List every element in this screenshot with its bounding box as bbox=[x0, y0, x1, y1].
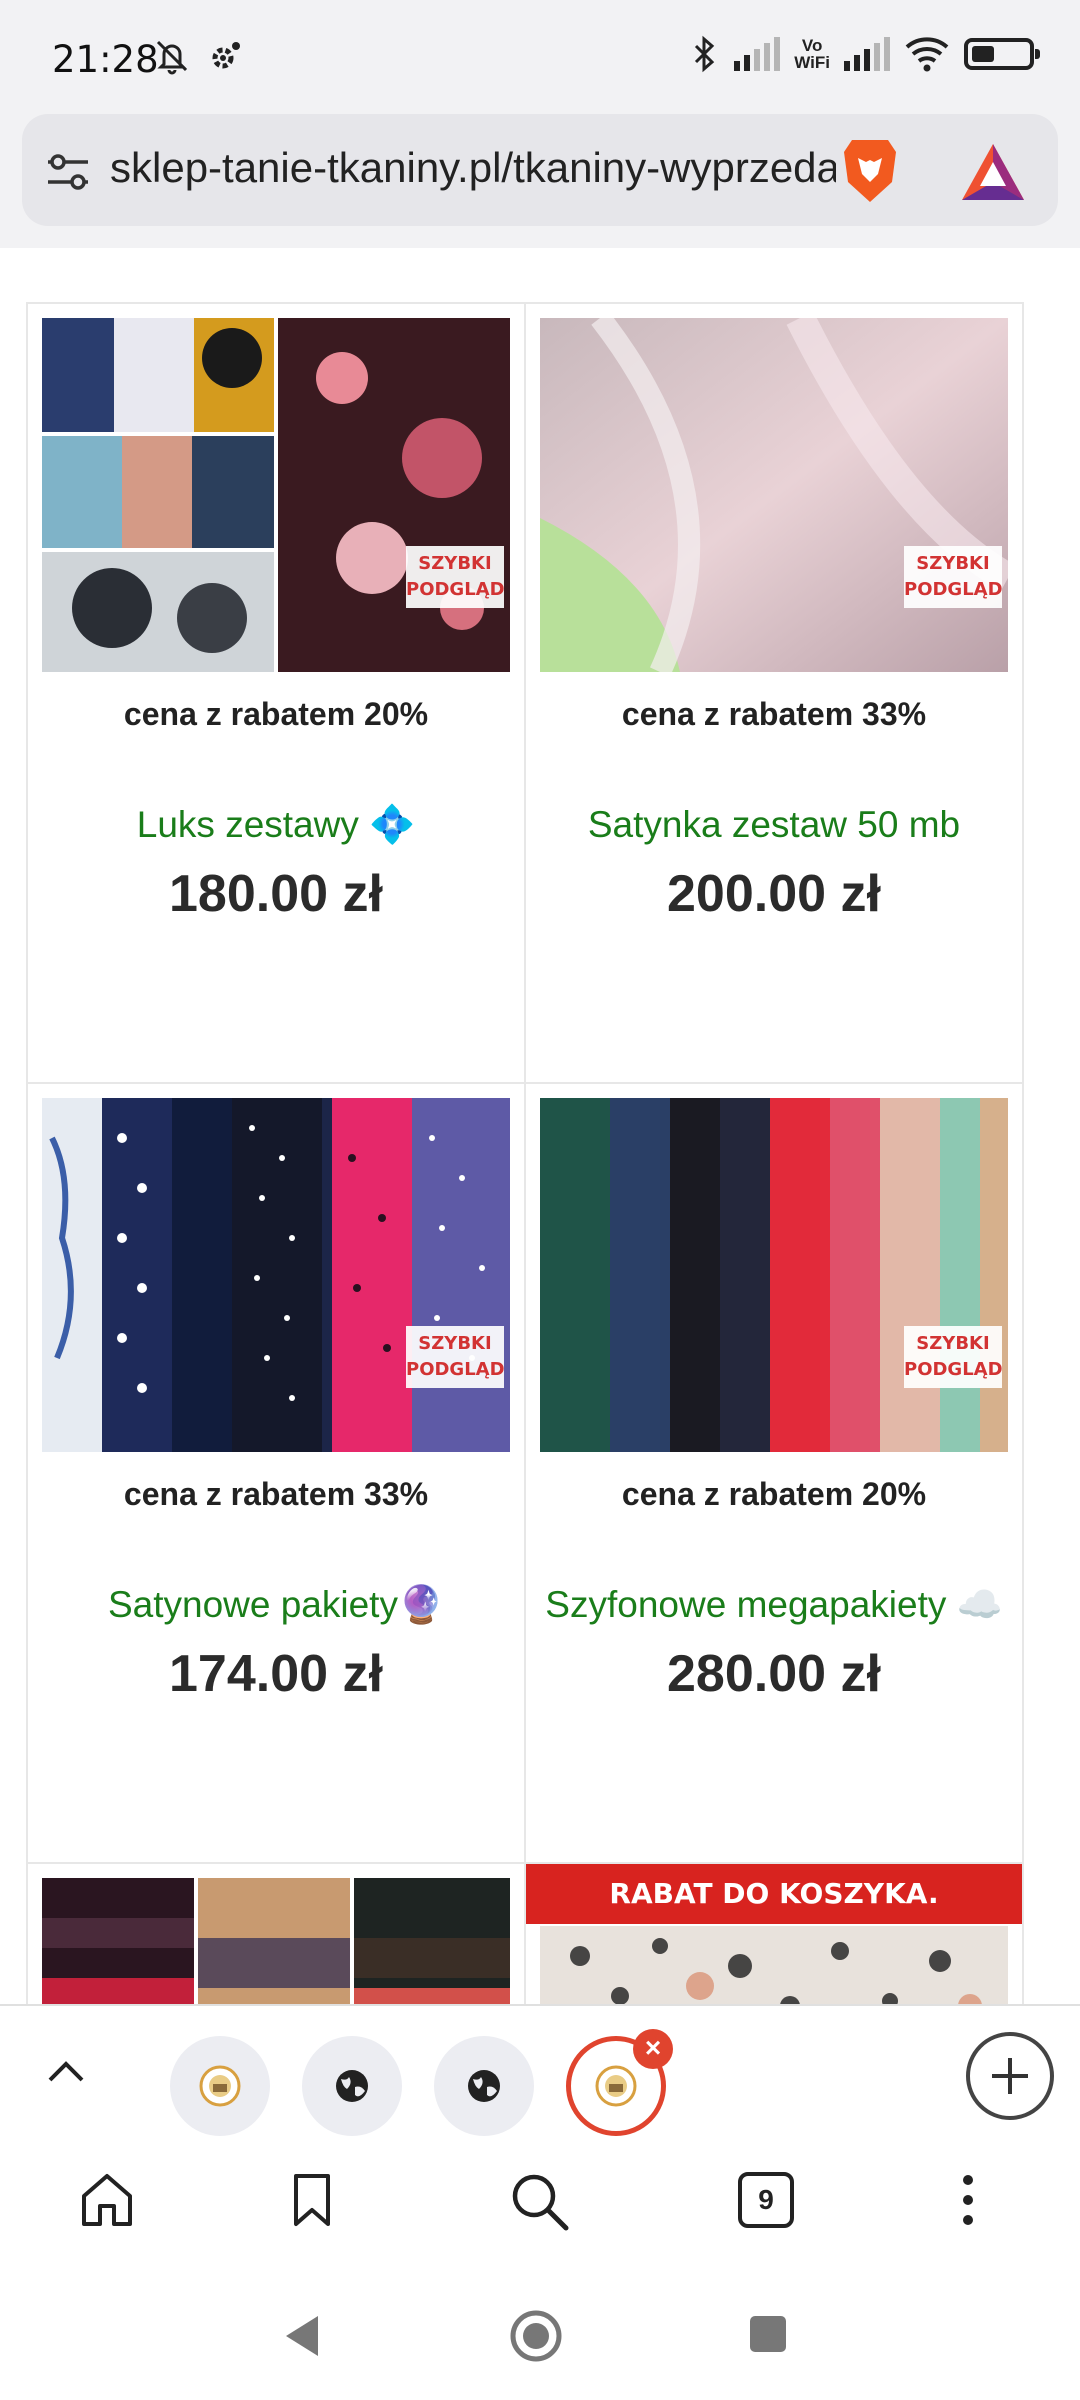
status-time: 21:28 bbox=[52, 38, 159, 81]
product-image[interactable]: SZYBKI PODGLĄD bbox=[42, 318, 510, 672]
product-card[interactable]: SZYBKI PODGLĄD cena z rabatem 20% Luks ze… bbox=[28, 304, 526, 1082]
status-bar: 21:28 Vo WiFi bbox=[0, 0, 1080, 112]
home-icon[interactable] bbox=[78, 2170, 136, 2230]
tab-strip: × bbox=[0, 2004, 1080, 2140]
settings-dot-icon bbox=[212, 42, 240, 69]
product-image[interactable] bbox=[540, 1926, 1008, 2004]
wifi-icon bbox=[905, 37, 949, 72]
product-price: 280.00 zł bbox=[667, 1645, 881, 1703]
url-text[interactable]: sklep-tanie-tkaniny.pl/tkaniny-wyprzedaz bbox=[110, 144, 836, 192]
bookmark-icon[interactable] bbox=[290, 2170, 334, 2230]
product-card[interactable]: SZYBKI PODGLĄD cena z rabatem 20% Szyfono… bbox=[526, 1084, 1024, 1862]
product-name-link[interactable]: Satynowe pakiety🔮 bbox=[28, 1584, 524, 1627]
product-price: 180.00 zł bbox=[169, 865, 383, 923]
product-card[interactable]: RABAT DO KOSZYKA. SPRAWDŹ! bbox=[526, 1864, 1024, 2004]
product-card[interactable]: SZYBKI PODGLĄD cena z rabatem 33% Satynow… bbox=[28, 1084, 526, 1862]
chevron-up-icon[interactable] bbox=[44, 2050, 88, 2094]
plus-icon bbox=[992, 2058, 1028, 2094]
page-content: SZYBKI PODGLĄD cena z rabatem 20% Luks ze… bbox=[0, 248, 1080, 2004]
site-settings-icon[interactable] bbox=[46, 152, 90, 192]
product-price: 200.00 zł bbox=[667, 865, 881, 923]
bat-rewards-icon[interactable] bbox=[958, 140, 1028, 204]
tab-item[interactable] bbox=[434, 2036, 534, 2136]
signal-icon bbox=[844, 37, 890, 71]
product-image[interactable]: SZYBKI PODGLĄD bbox=[540, 318, 1008, 672]
product-name-link[interactable]: Satynka zestaw 50 mb bbox=[526, 804, 1022, 846]
bluetooth-icon bbox=[695, 35, 715, 73]
home-button-icon[interactable] bbox=[508, 2308, 564, 2364]
quick-view-badge[interactable]: SZYBKI PODGLĄD bbox=[904, 546, 1003, 608]
brave-shields-icon[interactable] bbox=[838, 136, 902, 206]
site-favicon-icon bbox=[199, 2065, 241, 2107]
product-card[interactable]: SZYBKI PODGLĄD cena z rabatem 33% Satynka… bbox=[526, 304, 1024, 1082]
discount-text: cena z rabatem 33% bbox=[123, 1476, 429, 1512]
tab-item-active[interactable]: × bbox=[566, 2029, 673, 2136]
back-icon[interactable] bbox=[282, 2312, 322, 2360]
product-image[interactable]: SZYBKI PODGLĄD bbox=[540, 1098, 1008, 1452]
product-grid: SZYBKI PODGLĄD cena z rabatem 20% Luks ze… bbox=[26, 302, 1024, 2004]
close-tab-button[interactable]: × bbox=[633, 2029, 673, 2069]
discount-text: cena z rabatem 20% bbox=[123, 696, 429, 732]
discount-text: cena z rabatem 20% bbox=[621, 1476, 927, 1512]
battery-icon bbox=[964, 38, 1040, 70]
site-favicon-icon bbox=[595, 2065, 637, 2107]
cart-discount-banner[interactable]: RABAT DO KOSZYKA. SPRAWDŹ! bbox=[526, 1864, 1022, 1970]
signal-icon bbox=[734, 37, 781, 71]
system-nav-bar bbox=[0, 2268, 1080, 2400]
new-tab-button[interactable] bbox=[966, 2032, 1054, 2120]
tab-item[interactable] bbox=[302, 2036, 402, 2136]
product-image[interactable]: SZYBKI PODGLĄD bbox=[42, 1098, 510, 1452]
product-name-link[interactable]: Luks zestawy 💠 bbox=[28, 804, 524, 847]
search-icon[interactable] bbox=[508, 2170, 570, 2232]
tab-item[interactable] bbox=[170, 2036, 270, 2136]
quick-view-badge[interactable]: SZYBKI PODGLĄD bbox=[904, 1326, 1003, 1388]
more-icon[interactable] bbox=[956, 2170, 980, 2230]
product-price: 174.00 zł bbox=[169, 1645, 383, 1703]
product-name-link[interactable]: Szyfonowe megapakiety ☁️ bbox=[526, 1584, 1022, 1627]
product-card[interactable] bbox=[28, 1864, 526, 2004]
product-image[interactable] bbox=[42, 1878, 510, 2004]
tabs-counter-button[interactable]: 9 bbox=[738, 2172, 794, 2228]
vowifi-icon: Vo WiFi bbox=[794, 36, 830, 72]
browser-header: sklep-tanie-tkaniny.pl/tkaniny-wyprzedaz bbox=[0, 112, 1080, 248]
mute-icon bbox=[156, 40, 188, 75]
globe-icon bbox=[336, 2070, 368, 2102]
quick-view-badge[interactable]: SZYBKI PODGLĄD bbox=[406, 546, 505, 608]
recents-icon[interactable] bbox=[748, 2314, 788, 2354]
quick-view-badge[interactable]: SZYBKI PODGLĄD bbox=[406, 1326, 505, 1388]
globe-icon bbox=[468, 2070, 500, 2102]
browser-toolbar: 9 bbox=[0, 2140, 1080, 2268]
discount-text: cena z rabatem 33% bbox=[621, 696, 927, 732]
address-bar[interactable]: sklep-tanie-tkaniny.pl/tkaniny-wyprzedaz bbox=[22, 114, 1058, 226]
